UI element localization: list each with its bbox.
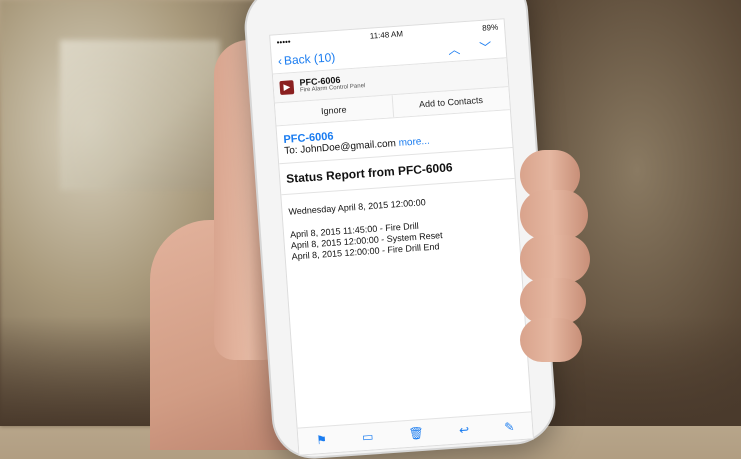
finger (520, 235, 590, 283)
background-window (60, 40, 220, 190)
flag-icon[interactable]: ⚑ (316, 433, 328, 448)
report-date: Wednesday April 8, 2015 12:00:00 (288, 196, 426, 217)
more-link[interactable]: more... (398, 135, 430, 148)
folder-icon[interactable]: ▭ (362, 429, 374, 444)
chevron-up-icon[interactable]: ︿ (448, 39, 469, 57)
battery-indicator: 89% (481, 22, 499, 33)
trash-icon[interactable]: 🗑 (408, 426, 424, 441)
compose-icon[interactable]: ✎ (504, 420, 515, 435)
finger (520, 318, 582, 362)
back-button[interactable]: ‹ Back (10) (277, 50, 335, 68)
chevron-down-icon[interactable]: ﹀ (479, 37, 500, 55)
sender-logo: ▶ (279, 79, 295, 95)
status-time: 11:48 AM (369, 28, 404, 41)
finger (520, 190, 588, 240)
bottom-toolbar: ⚑ ▭ 🗑 ↩ ✎ (297, 411, 533, 455)
email-body: Wednesday April 8, 2015 12:00:00 April 8… (281, 179, 520, 276)
phone-screen: ••••• 11:48 AM 89% ‹ Back (10) ︿ ﹀ ▶ PFC… (269, 18, 534, 456)
iphone-device: ••••• 11:48 AM 89% ‹ Back (10) ︿ ﹀ ▶ PFC… (243, 0, 557, 459)
reply-icon[interactable]: ↩ (459, 423, 470, 438)
message-nav-arrows: ︿ ﹀ (448, 37, 500, 58)
back-label: Back (10) (283, 50, 336, 68)
chevron-left-icon: ‹ (277, 53, 283, 69)
signal-indicator: ••••• (276, 36, 291, 47)
